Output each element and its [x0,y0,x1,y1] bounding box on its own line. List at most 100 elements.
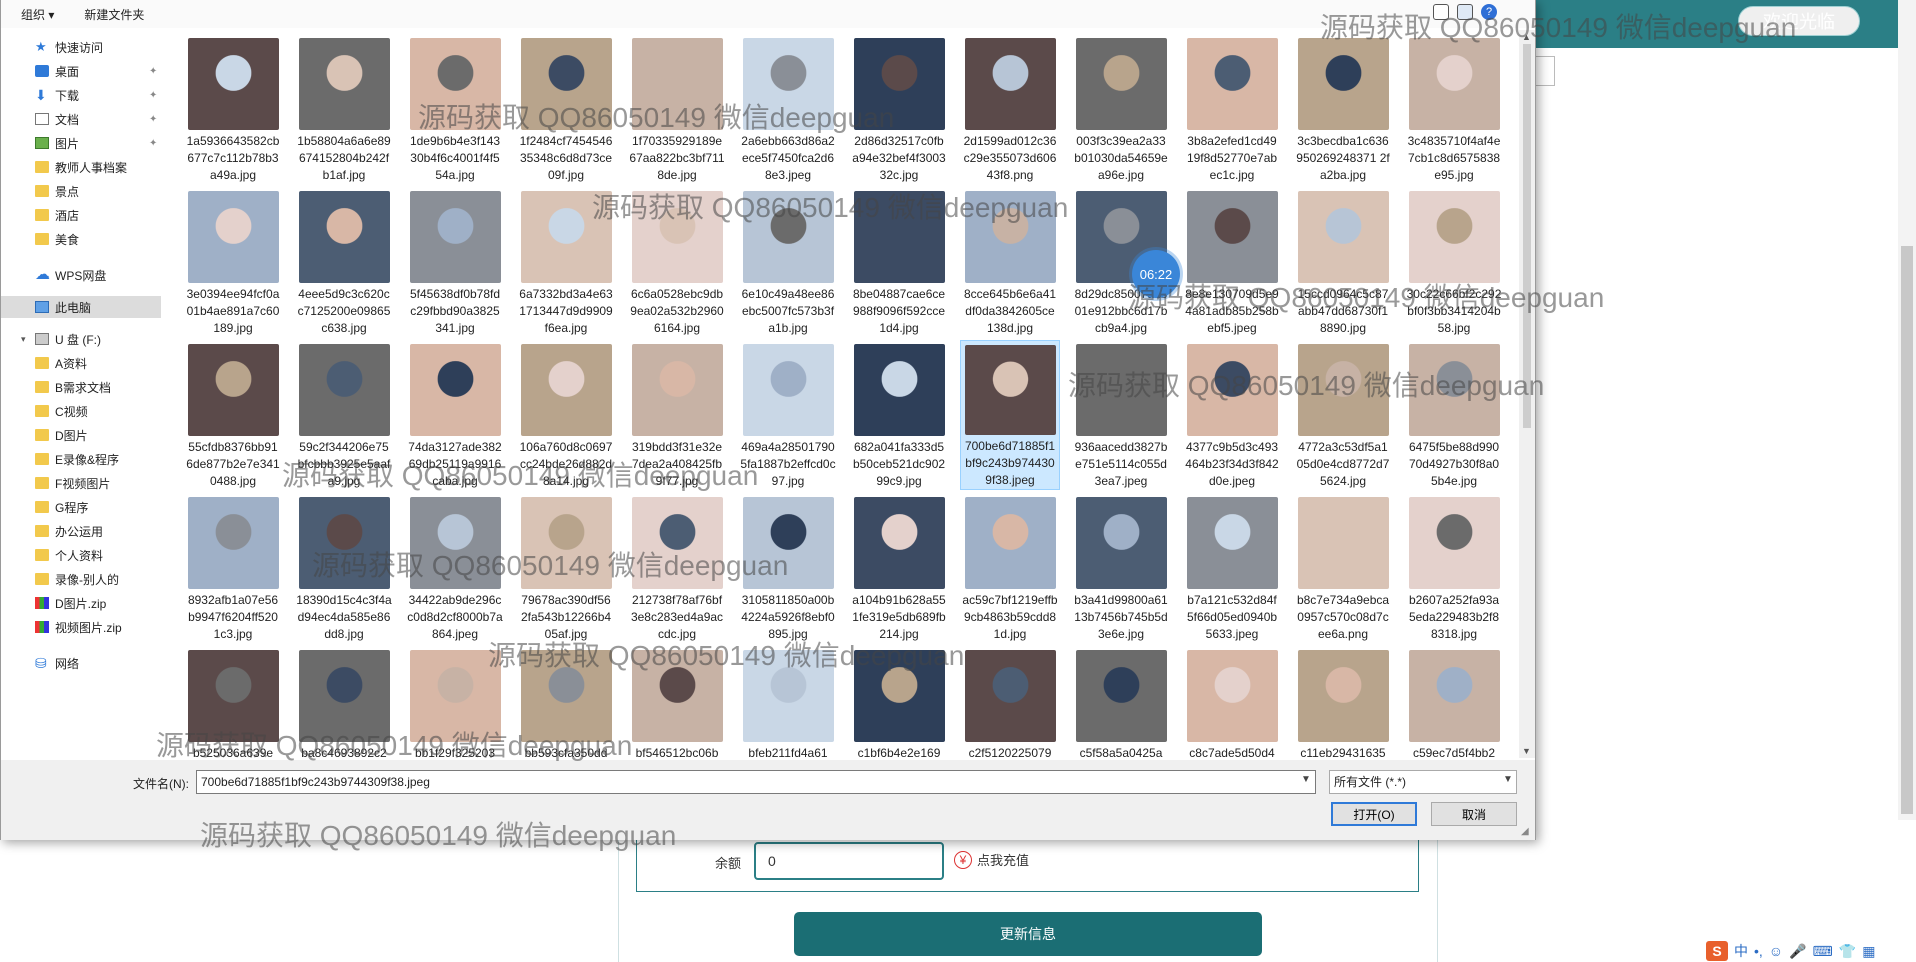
nav-item[interactable]: 文档 ✦ [1,108,161,130]
file-item[interactable]: 2a6ebb663d86a2ece5f7450fca2d68e3.jpeg [738,34,838,184]
organize-menu[interactable]: 组织 ▾ [21,6,54,23]
nav-item[interactable]: 个人资料 [1,544,161,566]
file-item[interactable]: 6e10c49a48ee86ebc5007fc573b3fa1b.jpg [738,187,838,337]
nav-item[interactable]: ⬇ 下载 ✦ [1,84,161,106]
preview-pane-icon[interactable] [1457,4,1473,20]
nav-item[interactable]: A资料 [1,352,161,374]
file-item[interactable]: a104b91b628a551fe319e5db689fb214.jpg [849,493,949,643]
file-item[interactable]: b8c7e734a9ebca0957c570c08d7cee6a.png [1293,493,1393,643]
filetype-select[interactable]: 所有文件 (*.*) [1329,770,1517,794]
page-scrollbar-thumb[interactable] [1901,246,1913,814]
nav-item[interactable]: 教师人事档案 [1,156,161,178]
file-item[interactable]: 319bdd3f31e32e7dea2a408425fb9f77.jpg [627,340,727,490]
nav-item[interactable]: 图片 ✦ [1,132,161,154]
chevron-down-icon[interactable]: ▼ [1301,774,1311,785]
file-item[interactable]: 682a041fa333d5b50ceb521dc90299c9.jpg [849,340,949,490]
microphone-icon[interactable]: 🎤 [1789,943,1806,960]
language-icon[interactable]: 中 [1734,941,1748,961]
file-item[interactable]: 3c4835710f4af4e7cb1c8d6575838e95.jpg [1404,34,1504,184]
nav-item[interactable]: 此电脑 [1,296,161,318]
nav-item[interactable]: G程序 [1,496,161,518]
input-method-icon[interactable]: S [1706,941,1728,961]
open-button[interactable]: 打开(O) [1331,802,1417,826]
scroll-down-icon[interactable]: ▼ [1522,746,1531,756]
file-item[interactable]: 8e8e130709d5e94a81adb85b258bebf5.jpeg [1182,187,1282,337]
nav-item[interactable]: F视频图片 [1,472,161,494]
file-item[interactable]: 4377c9b5d3c493464b23f34d3f842d0e.jpeg [1182,340,1282,490]
file-item[interactable]: 1a5936643582cb677c7c112b78b3a49a.jpg [183,34,283,184]
welcome-button[interactable]: 欢迎光临 [1738,6,1860,36]
nav-item[interactable]: ⛁ 网络 [1,652,161,674]
file-item[interactable]: 59c2f344206e75bfcbbb3925e5aafa9.jpg [294,340,394,490]
file-item[interactable]: 30c22c66bf2c292bf0f3bb3414204b58.jpg [1404,187,1504,337]
nav-item[interactable]: B需求文档 [1,376,161,398]
file-item[interactable]: 1de9b6b4e3f14330b4f6c4001f4f554a.jpg [405,34,505,184]
cancel-button[interactable]: 取消 [1431,802,1517,826]
file-list-scrollbar[interactable]: ▲ ▼ [1519,30,1535,758]
file-item[interactable]: 6475f5be88d99070d4927b30f8a05b4e.jpg [1404,340,1504,490]
file-item[interactable]: 6c6a0528ebc9db9ea02a532b29606164.jpg [627,187,727,337]
nav-item[interactable]: ★ 快速访问 [1,36,161,58]
file-item[interactable]: 106a760d8c0697cc24bde26d882d8a14.jpg [516,340,616,490]
file-item[interactable]: 15ccd0964c5c87abb47dd68730f18890.jpg [1293,187,1393,337]
file-item[interactable]: 700be6d71885f1bf9c243b9744309f38.jpeg [960,340,1060,490]
file-item[interactable]: 3c3becdba1c636950269248371 2fa2ba.jpg [1293,34,1393,184]
filename-input[interactable]: 700be6d71885f1bf9c243b9744309f38.jpeg [196,770,1316,794]
file-item[interactable]: 2d86d32517c0fba94e32bef4f300332c.jpg [849,34,949,184]
file-item[interactable]: bf546512bc06b [627,646,727,758]
file-item[interactable]: 3105811850a00b4224a5926f8ebf0895.jpg [738,493,838,643]
scrollbar-thumb[interactable] [1523,44,1531,428]
file-item[interactable]: bb593cfa350dd [516,646,616,758]
file-item[interactable]: 4eee5d9c3c620cc7125200e09865c638.jpg [294,187,394,337]
file-item[interactable]: ba8c4693892c2 [294,646,394,758]
nav-item[interactable]: ☁ WPS网盘 [1,264,161,286]
file-item[interactable]: b3a41d99800a6113b7456b745b5d3e6e.jpg [1071,493,1171,643]
file-item[interactable]: c5f58a5a0425a [1071,646,1171,758]
file-item[interactable]: 18390d15c4c3f4ad94ec4da585e86dd8.jpg [294,493,394,643]
help-icon[interactable]: ? [1481,4,1497,20]
scroll-up-icon[interactable]: ▲ [1522,32,1531,42]
file-item[interactable]: c2f5120225079 [960,646,1060,758]
file-item[interactable]: ac59c7bf1219effb9cb4863b59cdd81d.jpg [960,493,1060,643]
file-item[interactable]: c59ec7d5f4bb2 [1404,646,1504,758]
file-item[interactable]: 55cfdb8376bb916de877b2e7e3410488.jpg [183,340,283,490]
nav-item[interactable]: C视频 [1,400,161,422]
file-item[interactable]: bfeb211fd4a61 [738,646,838,758]
nav-item[interactable]: 办公运用 [1,520,161,542]
balance-input[interactable] [754,842,944,880]
expand-arrow-icon[interactable]: ▾ [21,334,31,345]
file-item[interactable]: 74da3127ade38269db25119a9916caba.jpg [405,340,505,490]
file-item[interactable]: 936aacedd3827be751e5114c055d3ea7.jpeg [1071,340,1171,490]
file-item[interactable]: 212738f78af76bf3e8c283ed4a9accdc.jpg [627,493,727,643]
nav-item[interactable]: 录像-别人的 [1,568,161,590]
file-item[interactable]: 4772a3c53df5a105d0e4cd8772d75624.jpg [1293,340,1393,490]
nav-item[interactable]: E录像&程序 [1,448,161,470]
file-item[interactable]: 8cce645b6e6a41df0da3842605ce138d.jpg [960,187,1060,337]
toolbox-icon[interactable]: ▦ [1862,943,1875,960]
file-item[interactable]: 003f3c39ea2a33b01030da54659ea96e.jpg [1071,34,1171,184]
file-item[interactable]: 79678ac390df562fa543b12266b405af.jpg [516,493,616,643]
chevron-down-icon[interactable]: ▼ [1503,774,1513,785]
emoji-icon[interactable]: ☺ [1769,943,1783,959]
file-item[interactable]: b525036a639e [183,646,283,758]
file-item[interactable]: b2607a252fa93a5eda229483b2f88318.jpg [1404,493,1504,643]
file-item[interactable]: b7a121c532d84f5f66d05ed0940b5633.jpeg [1182,493,1282,643]
new-folder-button[interactable]: 新建文件夹 [84,6,144,23]
file-item[interactable]: 1b58804a6a6e89674152804b242fb1af.jpg [294,34,394,184]
nav-item[interactable]: D图片.zip [1,592,161,614]
resize-grip-icon[interactable]: ◢ [1521,826,1529,837]
file-item[interactable]: 34422ab9de296cc0d8d2cf8000b7a864.jpeg [405,493,505,643]
file-item[interactable]: 469a4a285017905fa1887b2effcd0c97.jpg [738,340,838,490]
recharge-link[interactable]: ¥ 点我充值 [954,850,1029,869]
file-item[interactable]: c11eb29431635 [1293,646,1393,758]
file-item[interactable]: c8c7ade5d50d4 [1182,646,1282,758]
update-info-button[interactable]: 更新信息 [794,912,1262,956]
file-item[interactable]: 3e0394ee94fcf0a01b4ae891a7c60189.jpg [183,187,283,337]
file-item[interactable]: 1f70335929189e67aa822bc3bf7118de.jpg [627,34,727,184]
file-item[interactable]: 8be04887cae6ce988f9096f592cce1d4.jpg [849,187,949,337]
nav-item[interactable]: D图片 [1,424,161,446]
nav-item[interactable]: 美食 [1,228,161,250]
page-scrollbar[interactable] [1898,0,1916,820]
punctuation-icon[interactable]: •, [1754,943,1763,959]
file-item[interactable]: c1bf6b4e2e169 [849,646,949,758]
